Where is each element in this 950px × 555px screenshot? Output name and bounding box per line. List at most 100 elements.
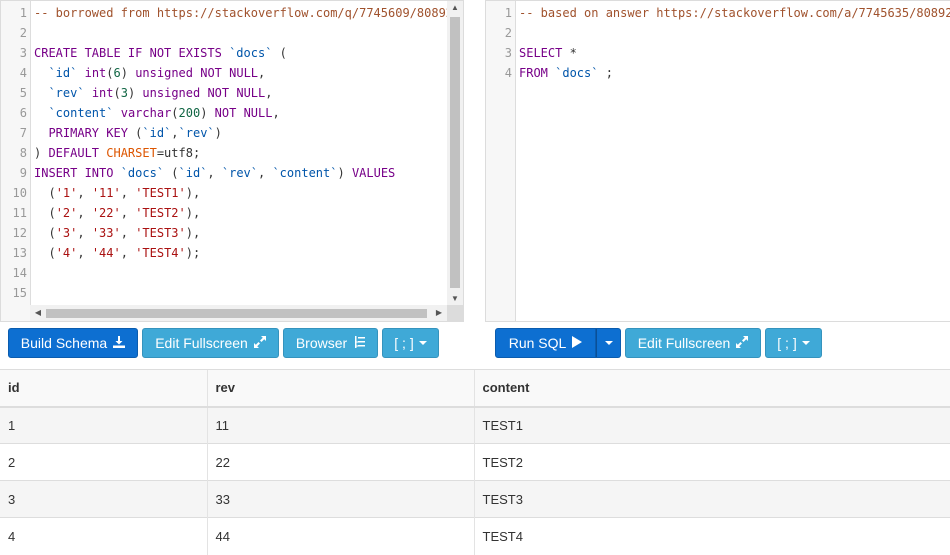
code-token: PRIMARY KEY [34,126,136,140]
code-token: , [265,86,273,100]
edit-fullscreen-query-label: Edit Fullscreen [637,335,731,351]
expand-icon [736,335,749,351]
edit-fullscreen-button[interactable]: Edit Fullscreen [142,328,279,358]
line-number: 14 [12,266,27,280]
caret-down-icon [604,341,613,345]
code-line[interactable]: 3 CREATE TABLE IF NOT EXISTS `docs` ( [1,43,463,63]
code-token: , [120,246,136,260]
code-token: ( [34,186,56,200]
code-token: ( [34,246,56,260]
delimiter-label: [ ; ] [394,335,414,351]
edit-fullscreen-label: Edit Fullscreen [155,335,248,351]
code-token: `content` [272,166,338,180]
code-token: 'TEST3' [135,226,186,240]
vertical-scroll-thumb[interactable] [450,17,460,288]
code-line[interactable]: 5 `rev` int(3) unsigned NOT NULL, [1,83,463,103]
code-line[interactable]: 2 [486,23,950,43]
code-token: varchar [120,106,172,120]
table-cell: 44 [206,517,474,555]
schema-editor[interactable]: 1 -- borrowed from https://stackoverflow.… [0,0,464,322]
code-line[interactable]: 11 ('2', '22', 'TEST2'), [1,203,463,223]
schema-code-lines[interactable]: 1 -- borrowed from https://stackoverflow.… [1,3,463,303]
code-token: `docs` [229,46,273,60]
run-sql-options-dropdown[interactable] [596,328,621,358]
delimiter-dropdown[interactable]: [ ; ] [382,328,439,358]
delimiter-query-dropdown[interactable]: [ ; ] [765,328,822,358]
code-line[interactable]: 7 PRIMARY KEY (`id`,`rev`) [1,123,463,143]
code-text: `rev` int(3) unsigned NOT NULL, [34,83,272,103]
code-line[interactable]: 6 `content` varchar(200) NOT NULL, [1,103,463,123]
code-text: CREATE TABLE IF NOT EXISTS `docs` ( [34,43,287,63]
code-line[interactable]: 4 FROM `docs` ; [486,63,950,83]
code-token: ( [34,226,56,240]
code-line[interactable]: 14 [1,263,463,283]
code-token: ), [185,186,201,200]
code-text: ) DEFAULT CHARSET=utf8; [34,143,200,163]
query-editor[interactable]: 1 -- based on answer https://stackoverflo… [485,0,950,322]
scroll-up-arrow-icon[interactable]: ▲ [447,3,463,13]
code-token: INSERT INTO [34,166,121,180]
table-cell: TEST4 [473,517,950,555]
results-header-row: id rev content [0,369,950,408]
horizontal-scrollbar[interactable]: ◀ ▶ [30,305,447,321]
code-line[interactable]: 2 [1,23,463,43]
code-token: unsigned NOT NULL [135,66,259,80]
code-token: VALUES [351,166,396,180]
scroll-left-arrow-icon[interactable]: ◀ [30,308,46,318]
line-number: 2 [504,26,512,40]
browser-button[interactable]: Browser [283,328,378,358]
tree-icon [353,335,366,351]
code-token: '11' [91,186,121,200]
code-line[interactable]: 1 -- based on answer https://stackoverflo… [486,3,950,23]
line-number: 3 [504,46,512,60]
browser-label: Browser [295,335,348,351]
code-text: -- based on answer https://stackoverflow… [519,3,950,23]
horizontal-scroll-thumb[interactable] [46,309,427,318]
column-header-id: id [0,369,207,408]
code-token: '2' [55,206,78,220]
code-line[interactable]: 3 SELECT * [486,43,950,63]
code-line[interactable]: 4 `id` int(6) unsigned NOT NULL, [1,63,463,83]
code-token: '1' [55,186,78,200]
expand-icon [253,335,266,351]
code-text: ('4', '44', 'TEST4'); [34,243,200,263]
table-cell: TEST3 [473,480,950,518]
code-text: `content` varchar(200) NOT NULL, [34,103,279,123]
code-line[interactable]: 8) DEFAULT CHARSET=utf8; [1,143,463,163]
query-code-lines[interactable]: 1 -- based on answer https://stackoverflo… [486,3,950,83]
line-number: 5 [19,86,27,100]
code-token: '3' [55,226,78,240]
build-schema-button[interactable]: Build Schema [8,328,138,358]
vertical-scrollbar[interactable]: ▲ ▼ [447,1,463,306]
code-token: ) [34,146,49,160]
code-token: `id` [34,66,78,80]
code-token: * [569,46,577,60]
code-line[interactable]: 13 ('4', '44', 'TEST4'); [1,243,463,263]
scroll-down-arrow-icon[interactable]: ▼ [447,294,463,304]
code-line[interactable]: 1 -- borrowed from https://stackoverflow.… [1,3,463,23]
run-sql-button[interactable]: Run SQL [495,328,596,358]
code-token: ); [185,246,201,260]
code-token: ) [214,126,222,140]
code-line[interactable]: 12 ('3', '33', 'TEST3'), [1,223,463,243]
code-token: , [120,186,136,200]
code-line[interactable]: 9 INSERT INTO `docs` (`id`, `rev`, `conte… [1,163,463,183]
line-number: 13 [12,246,27,260]
scroll-right-arrow-icon[interactable]: ▶ [431,308,447,318]
code-text: FROM `docs` ; [519,63,613,83]
code-token: 'TEST1' [135,186,186,200]
edit-fullscreen-query-button[interactable]: Edit Fullscreen [625,328,761,358]
code-token: ) [120,66,136,80]
code-line[interactable]: 15 [1,283,463,303]
code-token: 200 [178,106,201,120]
code-token: 'TEST4' [135,246,186,260]
code-token: FROM [519,66,556,80]
table-cell: 11 [206,406,474,444]
code-token: ( [106,66,114,80]
code-token: ( [171,106,179,120]
code-line[interactable]: 10 ('1', '11', 'TEST1'), [1,183,463,203]
code-token: , [77,186,92,200]
code-token: '44' [91,246,121,260]
